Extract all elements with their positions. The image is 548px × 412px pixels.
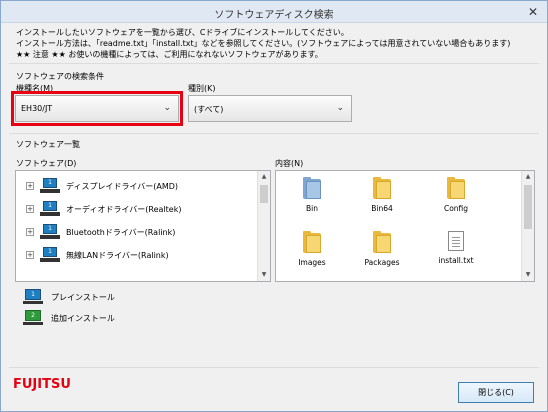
folder-icon <box>373 231 391 253</box>
scroll-thumb[interactable] <box>260 185 268 203</box>
scroll-up-icon[interactable]: ▲ <box>258 171 270 183</box>
preinstall-laptop-icon: 1 <box>40 224 60 240</box>
tree-item-audio-driver[interactable]: + 1 オーディオドライバー(Realtek) <box>16 200 256 218</box>
file-name: Config <box>443 204 469 213</box>
close-button[interactable]: 閉じる(C) <box>458 382 534 403</box>
legend-preinstall-label: プレインストール <box>51 293 115 302</box>
file-item-install-txt[interactable]: install.txt <box>426 231 486 265</box>
tree-item-label: オーディオドライバー(Realtek) <box>66 205 182 214</box>
type-select-value: (すべて) <box>194 105 224 114</box>
tree-item-display-driver[interactable]: + 1 ディスプレイドライバー(AMD) <box>16 177 256 195</box>
legend-additional: 2 追加インストール <box>23 310 223 328</box>
expand-icon[interactable]: + <box>26 251 34 259</box>
file-item-bin64[interactable]: Bin64 <box>352 177 412 213</box>
tree-item-bluetooth-driver[interactable]: + 1 Bluetoothドライバー(Ralink) <box>16 223 256 241</box>
window-title: ソフトウェアディスク検索 <box>214 10 334 21</box>
divider <box>9 63 539 64</box>
tree-item-label: Bluetoothドライバー(Ralink) <box>66 228 176 237</box>
tree-scrollbar[interactable]: ▲ ▼ <box>257 171 270 281</box>
tree-item-label: 無線LANドライバー(Ralink) <box>66 251 169 260</box>
file-item-bin[interactable]: Bin <box>282 177 342 213</box>
preinstall-laptop-icon: 1 <box>40 201 60 217</box>
software-tree[interactable]: + 1 ディスプレイドライバー(AMD) + 1 オーディオドライバー(Real… <box>15 170 271 282</box>
scroll-down-icon[interactable]: ▼ <box>258 269 270 281</box>
content-label: 内容(N) <box>275 159 304 168</box>
additional-install-laptop-icon: 2 <box>23 310 43 326</box>
text-file-icon <box>448 231 464 251</box>
intro-line-2: インストール方法は、「readme.txt」「install.txt」などを参照… <box>16 39 511 48</box>
software-list-title: ソフトウェア一覧 <box>16 140 80 149</box>
divider <box>9 367 539 368</box>
file-item-packages[interactable]: Packages <box>352 231 412 267</box>
legend-preinstall: 1 プレインストール <box>23 289 223 307</box>
expand-icon[interactable]: + <box>26 205 34 213</box>
preinstall-laptop-icon: 1 <box>23 289 43 305</box>
file-item-images[interactable]: Images <box>282 231 342 267</box>
fujitsu-logo: FUJITSU <box>13 377 71 392</box>
content-scrollbar[interactable]: ▲ ▼ <box>521 171 534 281</box>
file-name: Bin64 <box>371 204 393 213</box>
type-label: 種別(K) <box>188 84 216 93</box>
software-label: ソフトウェア(D) <box>16 159 77 168</box>
file-name: Bin <box>306 204 318 213</box>
chevron-down-icon: ⌄ <box>336 103 344 113</box>
folder-icon <box>373 177 391 199</box>
folder-icon <box>303 231 321 253</box>
intro-line-1: インストールしたいソフトウェアを一覧から選び、Cドライブにインストールしてくださ… <box>16 28 349 37</box>
search-conditions-title: ソフトウェアの検索条件 <box>16 72 104 81</box>
preinstall-laptop-icon: 1 <box>40 247 60 263</box>
tree-item-wlan-driver[interactable]: + 1 無線LANドライバー(Ralink) <box>16 246 256 264</box>
file-name: install.txt <box>438 256 474 265</box>
file-name: Packages <box>364 258 400 267</box>
scroll-up-icon[interactable]: ▲ <box>522 171 534 183</box>
file-name: Images <box>298 258 326 267</box>
software-disc-search-window: ソフトウェアディスク検索 ✕ インストールしたいソフトウェアを一覧から選び、Cド… <box>0 0 548 412</box>
intro-line-3: ★★ 注意 ★★ お使いの機種によっては、ご利用になれないソフトウェアがあります… <box>16 50 323 59</box>
content-view[interactable]: Bin Bin64 Config Images Packages install… <box>275 170 535 282</box>
preinstall-laptop-icon: 1 <box>40 178 60 194</box>
expand-icon[interactable]: + <box>26 228 34 236</box>
scroll-thumb[interactable] <box>524 185 532 229</box>
model-select-highlight <box>11 91 183 126</box>
divider <box>9 133 539 134</box>
type-select[interactable]: (すべて) ⌄ <box>188 95 352 122</box>
close-icon[interactable]: ✕ <box>525 4 541 20</box>
legend-additional-label: 追加インストール <box>51 314 115 323</box>
intro-text: インストールしたいソフトウェアを一覧から選び、Cドライブにインストールしてくださ… <box>16 27 536 60</box>
scroll-down-icon[interactable]: ▼ <box>522 269 534 281</box>
file-item-config[interactable]: Config <box>426 177 486 213</box>
title-bar[interactable]: ソフトウェアディスク検索 ✕ <box>1 1 547 23</box>
folder-icon <box>447 177 465 199</box>
folder-icon <box>303 177 321 199</box>
expand-icon[interactable]: + <box>26 182 34 190</box>
tree-item-label: ディスプレイドライバー(AMD) <box>66 182 179 191</box>
